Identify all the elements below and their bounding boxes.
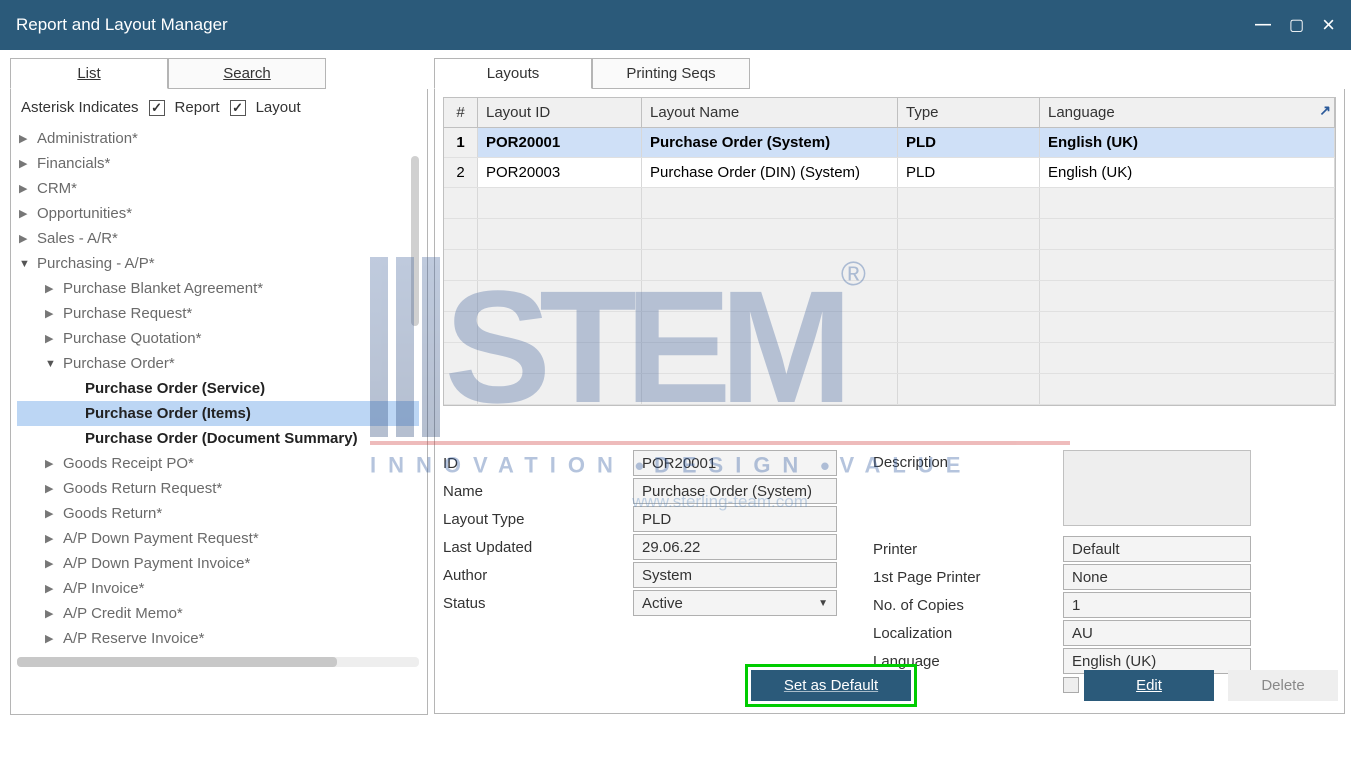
report-tree: ▶Administration* ▶Financials* ▶CRM* ▶Opp… — [17, 126, 419, 706]
tree-apdpi[interactable]: ▶A/P Down Payment Invoice* — [17, 551, 419, 576]
set-as-default-button[interactable]: Set as Default — [751, 670, 911, 701]
tree-apdpr[interactable]: ▶A/P Down Payment Request* — [17, 526, 419, 551]
layout-type-label: Layout Type — [443, 507, 633, 532]
maximize-icon[interactable]: ▢ — [1289, 15, 1304, 35]
table-row-empty — [444, 219, 1335, 250]
tree-opportunities[interactable]: ▶Opportunities* — [17, 201, 419, 226]
table-row-empty — [444, 250, 1335, 281]
tab-layouts[interactable]: Layouts — [434, 58, 592, 89]
author-field[interactable]: System — [633, 562, 837, 588]
edit-button[interactable]: Edit — [1084, 670, 1214, 701]
status-dropdown[interactable]: Active — [633, 590, 837, 616]
tree-financials[interactable]: ▶Financials* — [17, 151, 419, 176]
tree-sales[interactable]: ▶Sales - A/R* — [17, 226, 419, 251]
status-label: Status — [443, 591, 633, 616]
author-label: Author — [443, 563, 633, 588]
tab-search[interactable]: Search — [168, 58, 326, 89]
id-label: ID — [443, 451, 633, 476]
layout-type-field[interactable]: PLD — [633, 506, 837, 532]
minimize-icon[interactable]: — — [1255, 16, 1271, 34]
col-index[interactable]: # — [444, 98, 478, 127]
copies-label: No. of Copies — [873, 593, 1063, 618]
id-field[interactable]: POR20001 — [633, 450, 837, 476]
table-row-empty — [444, 343, 1335, 374]
col-layout-id[interactable]: Layout ID — [478, 98, 642, 127]
col-type[interactable]: Type — [898, 98, 1040, 127]
window-title: Report and Layout Manager — [16, 15, 228, 35]
tree-gr[interactable]: ▶Goods Return* — [17, 501, 419, 526]
table-row[interactable]: 1 POR20001 Purchase Order (System) PLD E… — [444, 128, 1335, 158]
first-page-printer-field[interactable]: None — [1063, 564, 1251, 590]
tree-purchase-quotation[interactable]: ▶Purchase Quotation* — [17, 326, 419, 351]
layouts-grid: # Layout ID Layout Name Type Language ↗ … — [443, 97, 1336, 406]
popout-icon[interactable]: ↗ — [1319, 102, 1331, 119]
tree-po-docsummary[interactable]: Purchase Order (Document Summary) — [17, 426, 419, 451]
tree-crm[interactable]: ▶CRM* — [17, 176, 419, 201]
layout-checkbox[interactable]: ✓ — [230, 100, 246, 116]
last-updated-label: Last Updated — [443, 535, 633, 560]
tree-purchasing[interactable]: ▼Purchasing - A/P* — [17, 251, 419, 276]
localization-field[interactable]: AU — [1063, 620, 1251, 646]
tree-aprinv[interactable]: ▶A/P Reserve Invoice* — [17, 626, 419, 651]
description-field[interactable] — [1063, 450, 1251, 526]
name-field[interactable]: Purchase Order (System) — [633, 478, 837, 504]
report-label: Report — [175, 99, 220, 116]
description-label: Description — [873, 450, 1063, 475]
table-row-empty — [444, 312, 1335, 343]
copies-field[interactable]: 1 — [1063, 592, 1251, 618]
col-layout-name[interactable]: Layout Name — [642, 98, 898, 127]
tree-pba[interactable]: ▶Purchase Blanket Agreement* — [17, 276, 419, 301]
col-language[interactable]: Language — [1040, 98, 1335, 127]
asterisk-label: Asterisk Indicates — [21, 99, 139, 116]
report-checkbox[interactable]: ✓ — [149, 100, 165, 116]
tree-po-service[interactable]: Purchase Order (Service) — [17, 376, 419, 401]
tree-grr[interactable]: ▶Goods Return Request* — [17, 476, 419, 501]
tab-printing-seqs[interactable]: Printing Seqs — [592, 58, 750, 89]
tree-purchase-order[interactable]: ▼Purchase Order* — [17, 351, 419, 376]
table-row[interactable]: 2 POR20003 Purchase Order (DIN) (System)… — [444, 158, 1335, 188]
printer-label: Printer — [873, 537, 1063, 562]
tree-apinv[interactable]: ▶A/P Invoice* — [17, 576, 419, 601]
tree-grpo[interactable]: ▶Goods Receipt PO* — [17, 451, 419, 476]
tree-administration[interactable]: ▶Administration* — [17, 126, 419, 151]
tab-list[interactable]: List — [10, 58, 168, 89]
layout-label: Layout — [256, 99, 301, 116]
localization-label: Localization — [873, 621, 1063, 646]
tree-hscroll[interactable] — [17, 657, 419, 667]
titlebar: Report and Layout Manager — ▢ × — [0, 0, 1351, 50]
table-row-empty — [444, 374, 1335, 405]
tree-scrollbar[interactable] — [411, 156, 419, 326]
set-default-highlight: Set as Default — [745, 664, 917, 707]
name-label: Name — [443, 479, 633, 504]
tree-apcm[interactable]: ▶A/P Credit Memo* — [17, 601, 419, 626]
printer-field[interactable]: Default — [1063, 536, 1251, 562]
tree-po-items[interactable]: Purchase Order (Items) — [17, 401, 419, 426]
tree-purchase-request[interactable]: ▶Purchase Request* — [17, 301, 419, 326]
close-icon[interactable]: × — [1322, 12, 1335, 38]
last-updated-field[interactable]: 29.06.22 — [633, 534, 837, 560]
table-row-empty — [444, 188, 1335, 219]
first-page-printer-label: 1st Page Printer — [873, 565, 1063, 590]
delete-button[interactable]: Delete — [1228, 670, 1338, 701]
table-row-empty — [444, 281, 1335, 312]
